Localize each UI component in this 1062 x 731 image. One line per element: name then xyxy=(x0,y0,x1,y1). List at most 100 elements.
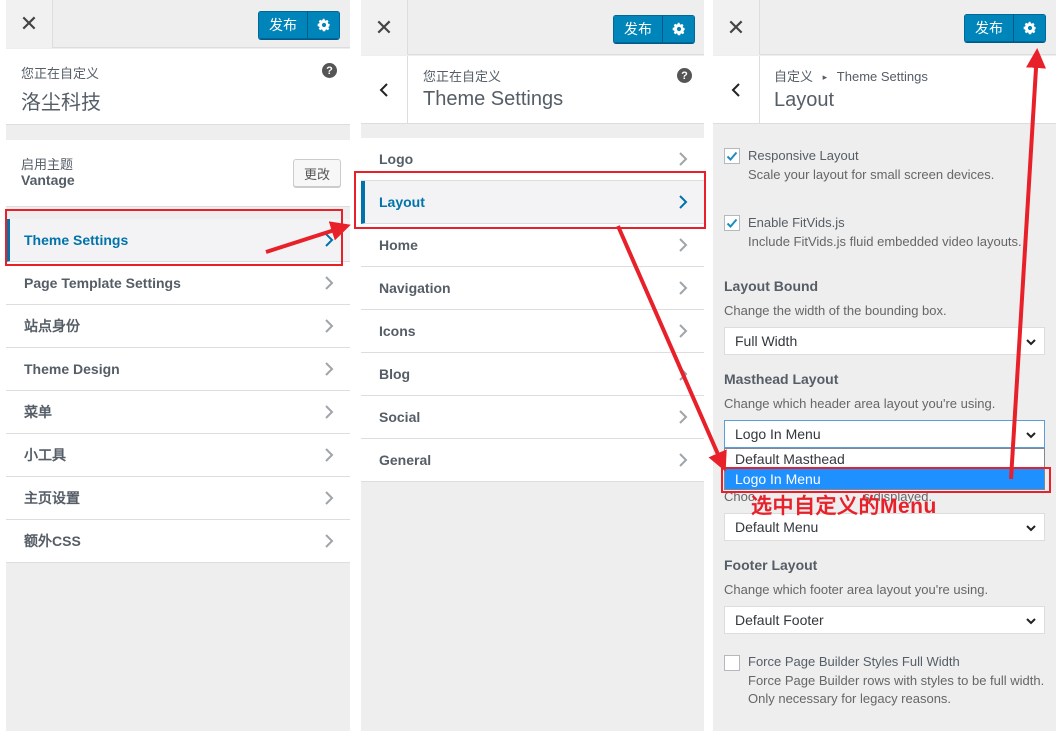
select-value: Default Footer xyxy=(735,612,824,628)
section-label: 站点身份 xyxy=(24,318,80,334)
publish-button[interactable]: 发布 xyxy=(613,15,663,43)
close-icon: ✕ xyxy=(19,11,39,36)
chevron-right-icon xyxy=(679,152,688,166)
masthead-layout-select[interactable]: Logo In Menu xyxy=(724,420,1045,448)
force-page-builder-label: Force Page Builder Styles Full Width xyxy=(748,654,960,669)
section-additional-css[interactable]: 额外CSS xyxy=(6,520,350,563)
chevron-right-icon xyxy=(325,276,334,290)
help-icon[interactable]: ? xyxy=(322,63,337,78)
layout-bound-title: Layout Bound xyxy=(724,278,819,294)
subsection-layout[interactable]: Layout xyxy=(361,181,704,224)
section-title: Layout xyxy=(774,89,835,111)
publish-button[interactable]: 发布 xyxy=(258,11,308,39)
select-value: Full Width xyxy=(735,333,798,349)
section-label: 小工具 xyxy=(24,447,66,463)
annotation-text: 选中自定义的Menu xyxy=(751,495,937,518)
site-title: 洛尘科技 xyxy=(21,92,101,114)
help-icon[interactable]: ? xyxy=(677,68,692,83)
customizer-header: ✕ 发布 xyxy=(6,0,350,48)
section-menus[interactable]: 菜单 xyxy=(6,391,350,434)
close-icon: ✕ xyxy=(374,14,394,40)
fitvids-checkbox[interactable] xyxy=(724,215,740,231)
chevron-right-icon xyxy=(679,195,688,209)
subsection-logo[interactable]: Logo xyxy=(361,138,704,181)
section-site-identity[interactable]: 站点身份 xyxy=(6,305,350,348)
chevron-right-icon xyxy=(679,281,688,295)
close-customizer-button[interactable]: ✕ xyxy=(6,0,53,48)
chevron-right-icon xyxy=(325,319,334,333)
dropdown-option-default-masthead[interactable]: Default Masthead xyxy=(725,449,1044,469)
chevron-right-icon xyxy=(679,367,688,381)
change-theme-button[interactable]: 更改 xyxy=(293,159,341,187)
subsection-icons[interactable]: Icons xyxy=(361,310,704,353)
subsection-navigation[interactable]: Navigation xyxy=(361,267,704,310)
subsection-social[interactable]: Social xyxy=(361,396,704,439)
publish-settings-button[interactable] xyxy=(1014,14,1046,42)
subsection-general[interactable]: General xyxy=(361,439,704,482)
active-theme-box: 启用主题 Vantage 更改 xyxy=(6,140,350,207)
section-label: Icons xyxy=(379,323,416,339)
publish-group: 发布 xyxy=(964,14,1046,42)
back-button[interactable] xyxy=(713,56,760,123)
section-label: Theme Design xyxy=(24,361,120,377)
footer-layout-select[interactable]: Default Footer xyxy=(724,606,1045,634)
breadcrumb-separator: ▸ xyxy=(822,72,828,82)
section-homepage-settings[interactable]: 主页设置 xyxy=(6,477,350,520)
footer-layout-desc: Change which footer area layout you're u… xyxy=(724,582,989,597)
section-label: General xyxy=(379,452,432,468)
section-label: 主页设置 xyxy=(24,490,80,506)
section-label: Layout xyxy=(379,194,425,210)
close-customizer-button[interactable]: ✕ xyxy=(361,0,408,55)
section-label: Social xyxy=(379,409,421,425)
chevron-right-icon xyxy=(325,362,334,376)
gear-icon xyxy=(1023,21,1036,35)
section-theme-design[interactable]: Theme Design xyxy=(6,348,350,391)
chevron-right-icon xyxy=(679,410,688,424)
force-page-builder-desc-2: Only necessary for legacy reasons. xyxy=(748,691,952,706)
section-label: Page Template Settings xyxy=(24,275,181,291)
chevron-right-icon xyxy=(679,453,688,467)
select-value: Default Menu xyxy=(735,519,819,535)
subsection-home[interactable]: Home xyxy=(361,224,704,267)
theme-settings-list: Logo Layout Home Navigation Icons Blog S… xyxy=(361,138,704,482)
chevron-right-icon xyxy=(679,238,688,252)
section-label: Logo xyxy=(379,151,414,167)
customizing-info: 您正在自定义 洛尘科技 ? xyxy=(6,49,350,125)
section-label: Blog xyxy=(379,366,411,382)
close-icon: ✕ xyxy=(726,14,746,40)
responsive-layout-checkbox[interactable] xyxy=(724,148,740,164)
back-button[interactable] xyxy=(361,56,408,123)
breadcrumb: 自定义 ▸ Theme Settings xyxy=(774,66,928,85)
force-page-builder-checkbox[interactable] xyxy=(724,655,740,671)
close-customizer-button[interactable]: ✕ xyxy=(713,0,760,55)
section-page-template-settings[interactable]: Page Template Settings xyxy=(6,262,350,305)
fitvids-label: Enable FitVids.js xyxy=(748,215,845,230)
dropdown-option-logo-in-menu[interactable]: Logo In Menu xyxy=(725,469,1044,489)
section-header: 自定义 ▸ Theme Settings Layout xyxy=(713,56,1056,124)
section-label: 菜单 xyxy=(24,404,52,420)
section-theme-settings[interactable]: Theme Settings xyxy=(6,219,350,262)
section-label: 额外CSS xyxy=(24,533,81,549)
chevron-right-icon xyxy=(325,233,334,247)
subsection-blog[interactable]: Blog xyxy=(361,353,704,396)
layout-bound-select[interactable]: Full Width xyxy=(724,327,1045,355)
customizer-header: ✕ 发布 xyxy=(713,0,1056,55)
publish-settings-button[interactable] xyxy=(308,11,340,39)
publish-button[interactable]: 发布 xyxy=(964,14,1014,42)
publish-settings-button[interactable] xyxy=(663,15,695,43)
gear-icon xyxy=(317,18,330,32)
customizing-label: 您正在自定义 xyxy=(21,66,100,81)
customizer-panel-layout: ✕ 发布 自定义 ▸ Theme Settings Layout Respons… xyxy=(713,0,1056,731)
chevron-left-icon xyxy=(731,82,740,97)
section-widgets[interactable]: 小工具 xyxy=(6,434,350,477)
chevron-down-icon xyxy=(1026,432,1036,439)
root-section-list: Theme Settings Page Template Settings 站点… xyxy=(6,219,350,563)
masthead-layout-title: Masthead Layout xyxy=(724,371,839,387)
responsive-layout-label: Responsive Layout xyxy=(748,148,859,163)
fitvids-desc: Include FitVids.js fluid embedded video … xyxy=(748,234,1022,249)
section-label: Home xyxy=(379,237,418,253)
chevron-right-icon xyxy=(679,324,688,338)
theme-name: Vantage xyxy=(21,172,75,188)
publish-group: 发布 xyxy=(613,15,695,43)
section-label: Navigation xyxy=(379,280,451,296)
